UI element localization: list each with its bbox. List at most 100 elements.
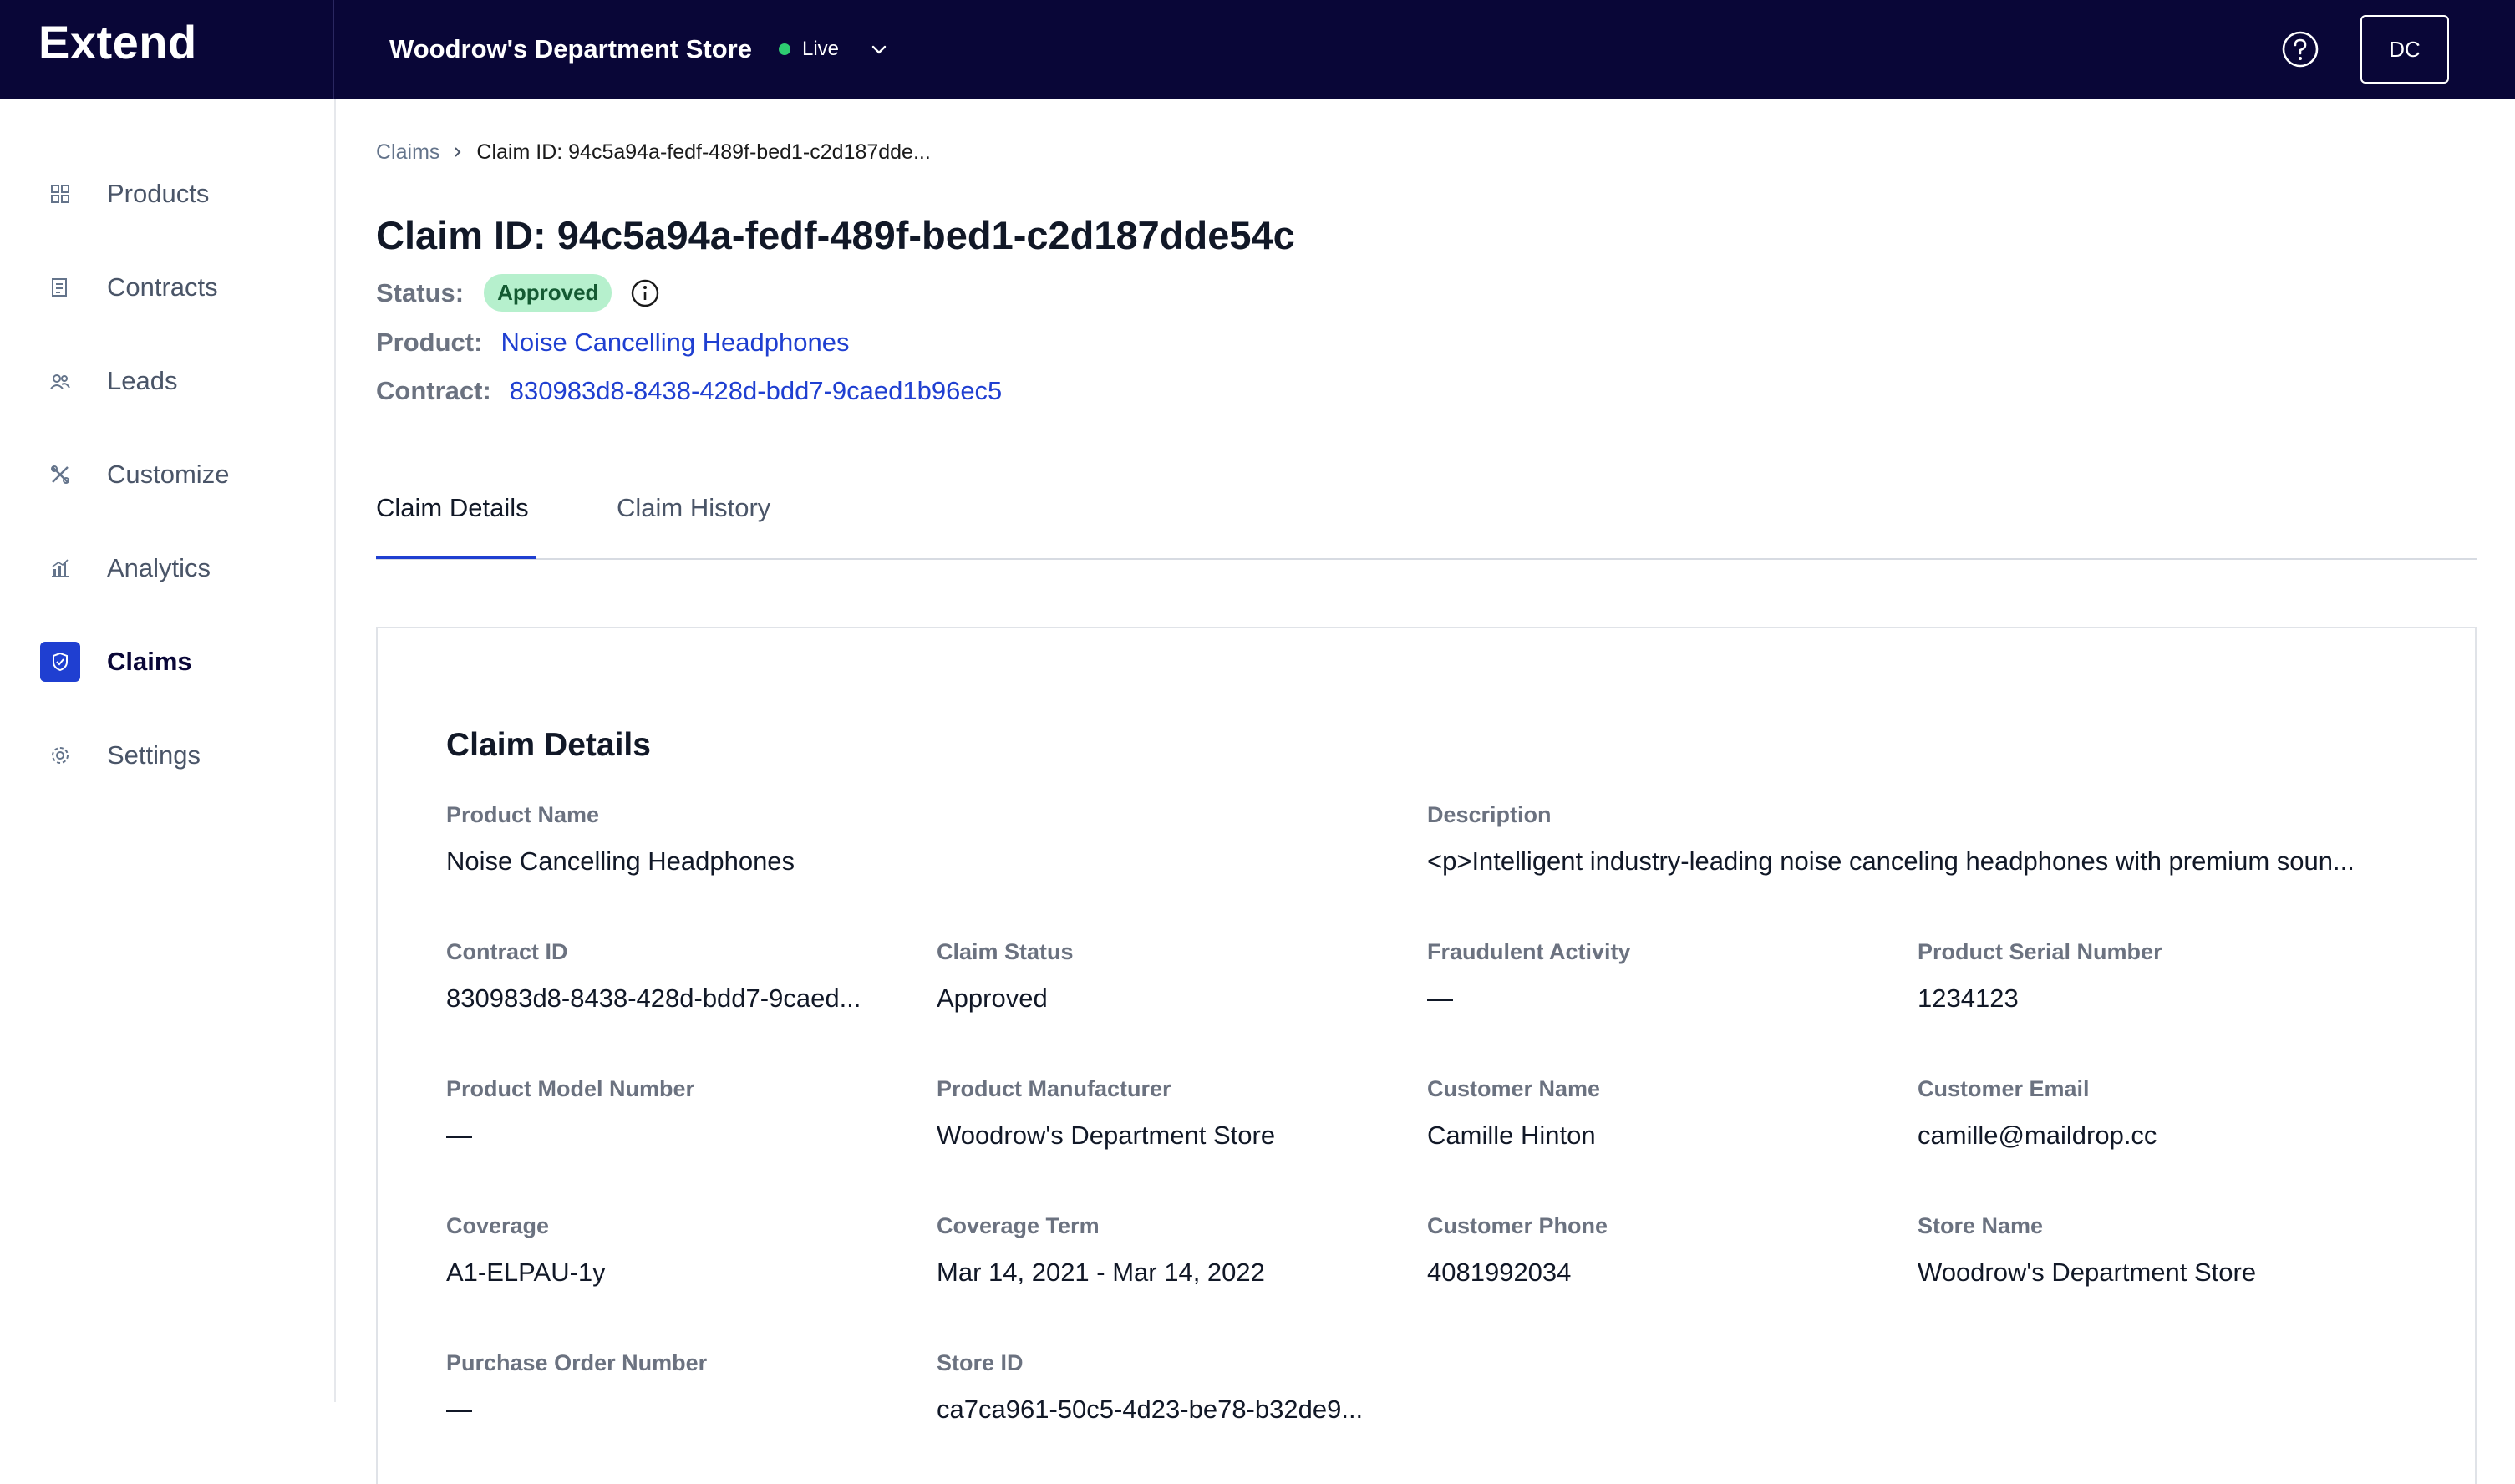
field-claim-status: Claim Status Approved (937, 939, 1396, 1014)
field-label: Store ID (937, 1350, 1024, 1375)
gear-icon (40, 735, 80, 775)
field-product-serial-number: Product Serial Number 1234123 (1918, 939, 2377, 1014)
sidebar-item-label: Claims (107, 647, 192, 676)
tab-claim-details[interactable]: Claim Details (376, 493, 529, 523)
field-coverage: Coverage A1-ELPAU-1y (446, 1213, 906, 1288)
claim-details-card: Claim Details Product Name Noise Cancell… (376, 627, 2477, 1484)
field-value: camille@maildrop.cc (1918, 1121, 2157, 1150)
field-value: Woodrow's Department Store (937, 1121, 1276, 1150)
field-value: 830983d8-8438-428d-bdd7-9caed... (446, 983, 861, 1013)
active-tab-indicator (376, 556, 536, 559)
product-link[interactable]: Noise Cancelling Headphones (500, 328, 849, 358)
field-customer-name: Customer Name Camille Hinton (1427, 1076, 1887, 1151)
sidebar-item-label: Contracts (107, 272, 218, 302)
chevron-down-icon[interactable] (867, 38, 891, 61)
field-label: Claim Status (937, 939, 1074, 964)
help-icon[interactable] (2281, 30, 2319, 69)
sidebar-item-label: Products (107, 179, 210, 208)
sidebar-item-label: Settings (107, 740, 201, 770)
product-label: Product: (376, 328, 483, 357)
people-icon (40, 361, 80, 401)
store-name: Woodrow's Department Store (389, 34, 752, 64)
field-label: Store Name (1918, 1213, 2044, 1238)
sidebar-item-products[interactable]: Products (0, 164, 334, 224)
sidebar-item-customize[interactable]: Customize (0, 445, 334, 505)
field-value: Approved (937, 983, 1048, 1013)
field-label: Product Name (446, 802, 600, 827)
field-coverage-term: Coverage Term Mar 14, 2021 - Mar 14, 202… (937, 1213, 1396, 1288)
field-value: Mar 14, 2021 - Mar 14, 2022 (937, 1258, 1265, 1287)
sidebar: Products Contracts Leads Customize Analy… (0, 99, 336, 1402)
product-row: Product: Noise Cancelling Headphones (376, 328, 849, 358)
field-value: 1234123 (1918, 983, 2019, 1013)
sidebar-item-label: Customize (107, 460, 230, 489)
live-status-label: Live (801, 38, 839, 60)
field-purchase-order-number: Purchase Order Number — (446, 1350, 906, 1425)
chart-icon (40, 548, 80, 588)
field-store-id: Store ID ca7ca961-50c5-4d23-be78-b32de9.… (937, 1350, 1405, 1425)
field-label: Customer Name (1427, 1076, 1601, 1101)
field-product-model-number: Product Model Number — (446, 1076, 906, 1151)
brand-logo[interactable]: Extend (38, 15, 197, 69)
sidebar-item-leads[interactable]: Leads (0, 351, 334, 411)
page-title: Claim ID: 94c5a94a-fedf-489f-bed1-c2d187… (376, 213, 1295, 257)
store-switcher[interactable]: Woodrow's Department Store Live (389, 0, 891, 99)
field-label: Contract ID (446, 939, 568, 964)
live-status-dot (778, 43, 790, 55)
breadcrumb-current: Claim ID: 94c5a94a-fedf-489f-bed1-c2d187… (476, 140, 931, 164)
field-contract-id: Contract ID 830983d8-8438-428d-bdd7-9cae… (446, 939, 906, 1014)
card-title: Claim Details (446, 727, 651, 763)
field-label: Customer Email (1918, 1076, 2090, 1101)
info-icon[interactable] (630, 278, 660, 308)
contract-row: Contract: 830983d8-8438-428d-bdd7-9caed1… (376, 376, 1002, 406)
field-value: — (1427, 983, 1453, 1013)
field-value: Woodrow's Department Store (1918, 1258, 2257, 1287)
sidebar-item-settings[interactable]: Settings (0, 725, 334, 785)
tab-bar: Claim Details Claim History (376, 485, 2477, 560)
status-label: Status: (376, 277, 465, 307)
document-icon (40, 267, 80, 307)
field-label: Coverage Term (937, 1213, 1100, 1238)
sidebar-item-analytics[interactable]: Analytics (0, 538, 334, 598)
field-label: Fraudulent Activity (1427, 939, 1631, 964)
contract-link[interactable]: 830983d8-8438-428d-bdd7-9caed1b96ec5 (510, 376, 1003, 406)
sidebar-item-label: Leads (107, 366, 178, 395)
field-product-manufacturer: Product Manufacturer Woodrow's Departmen… (937, 1076, 1396, 1151)
contract-label: Contract: (376, 376, 491, 405)
status-badge: Approved (484, 274, 612, 312)
field-value: Camille Hinton (1427, 1121, 1596, 1150)
user-menu-button[interactable]: DC (2360, 15, 2449, 84)
field-label: Description (1427, 802, 1552, 827)
field-customer-email: Customer Email camille@maildrop.cc (1918, 1076, 2377, 1151)
field-value: Noise Cancelling Headphones (446, 846, 795, 876)
tab-claim-history[interactable]: Claim History (617, 493, 770, 523)
brand-area: Extend (0, 0, 334, 99)
field-value: — (446, 1395, 472, 1424)
field-label: Coverage (446, 1213, 550, 1238)
field-product-name: Product Name Noise Cancelling Headphones (446, 802, 914, 877)
chevron-right-icon (451, 141, 465, 165)
field-description: Description <p>Intelligent industry-lead… (1427, 802, 2413, 877)
breadcrumb-claims-link[interactable]: Claims (376, 140, 439, 165)
status-row: Status: Approved (376, 274, 660, 312)
field-store-name: Store Name Woodrow's Department Store (1918, 1213, 2377, 1288)
field-label: Product Model Number (446, 1076, 695, 1101)
breadcrumb: Claims Claim ID: 94c5a94a-fedf-489f-bed1… (376, 140, 931, 165)
field-value: A1-ELPAU-1y (446, 1258, 606, 1287)
sidebar-item-contracts[interactable]: Contracts (0, 257, 334, 318)
field-label: Purchase Order Number (446, 1350, 708, 1375)
field-value: ca7ca961-50c5-4d23-be78-b32de9... (937, 1395, 1364, 1424)
field-customer-phone: Customer Phone 4081992034 (1427, 1213, 1887, 1288)
field-fraudulent-activity: Fraudulent Activity — (1427, 939, 1887, 1014)
field-label: Product Serial Number (1918, 939, 2162, 964)
grid-icon (40, 174, 80, 214)
shield-icon (40, 642, 80, 682)
field-value: <p>Intelligent industry-leading noise ca… (1427, 846, 2355, 876)
field-value: 4081992034 (1427, 1258, 1572, 1287)
field-label: Product Manufacturer (937, 1076, 1171, 1101)
field-label: Customer Phone (1427, 1213, 1608, 1238)
top-bar: Extend Woodrow's Department Store Live D… (0, 0, 2515, 99)
sidebar-item-claims[interactable]: Claims (0, 632, 334, 692)
tools-icon (40, 455, 80, 495)
sidebar-item-label: Analytics (107, 553, 211, 582)
